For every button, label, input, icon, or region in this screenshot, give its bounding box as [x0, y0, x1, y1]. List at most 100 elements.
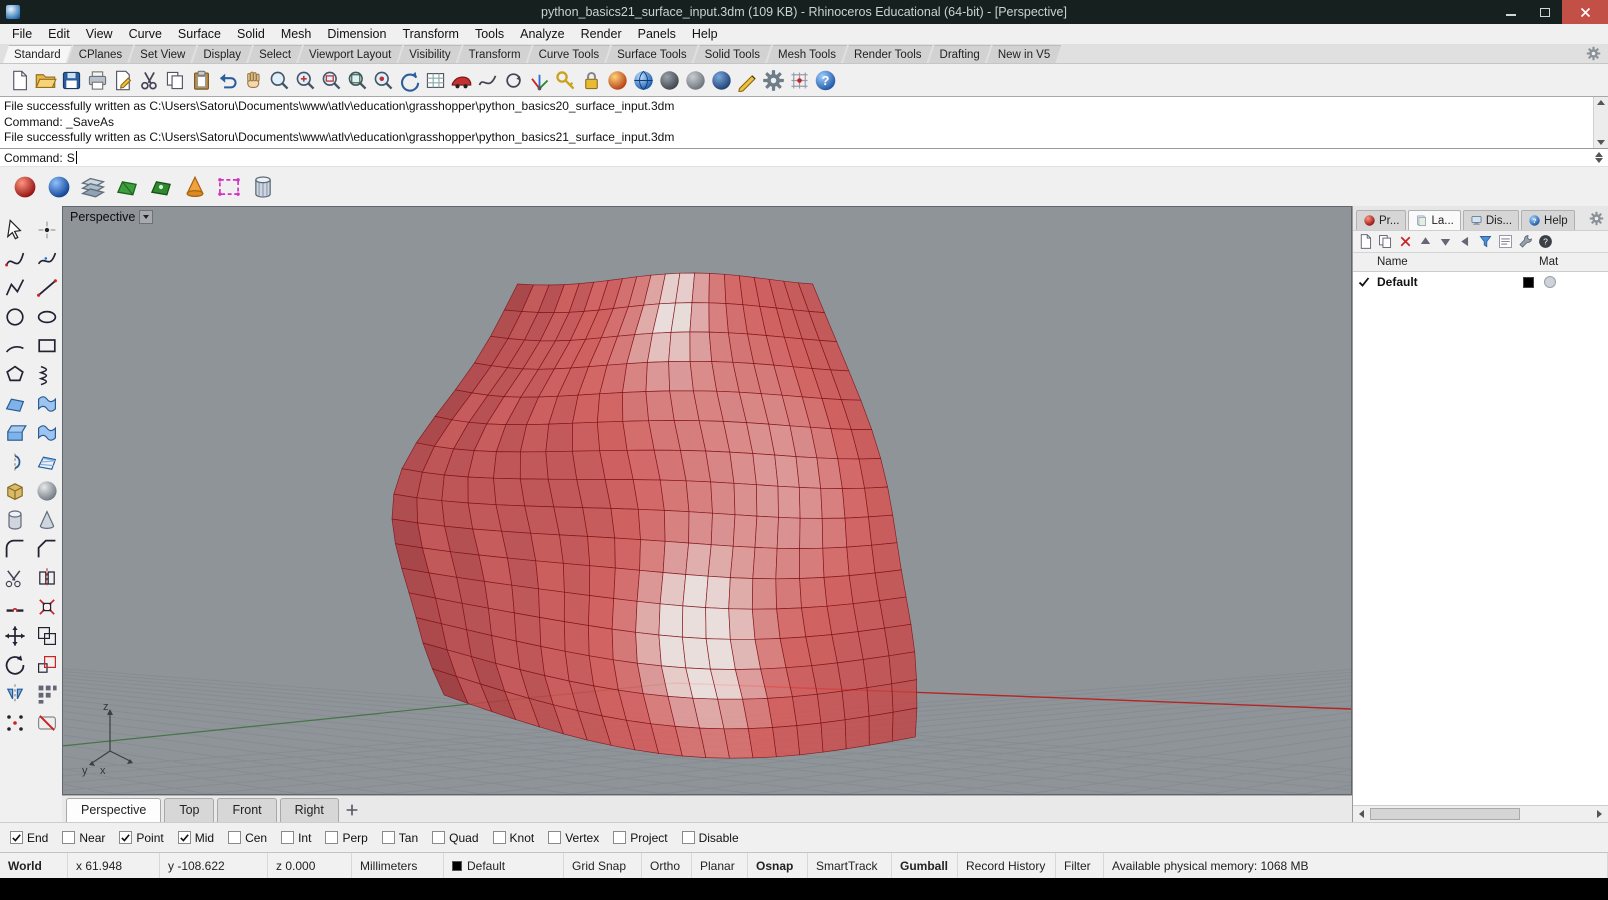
viewport-canvas[interactable]: zyx [63, 207, 1351, 794]
spinner-up-icon[interactable] [1595, 152, 1603, 157]
command-history[interactable]: File successfully written as C:\Users\Sa… [0, 96, 1608, 148]
tool-revolve-icon[interactable] [3, 450, 27, 474]
annotate-icon[interactable] [112, 69, 135, 92]
maximize-button[interactable] [1528, 0, 1562, 24]
viewport-menu-arrow-icon[interactable] [139, 210, 153, 224]
new-viewport-tab-icon[interactable] [342, 801, 362, 819]
toolbar-tab-viewport-layout[interactable]: Viewport Layout [298, 45, 402, 63]
panel-tab-help[interactable]: ?Help [1521, 210, 1575, 230]
checkbox-mid[interactable] [178, 831, 191, 844]
menu-curve[interactable]: Curve [121, 25, 170, 43]
menu-solid[interactable]: Solid [229, 25, 273, 43]
delete-layer-icon[interactable] [1397, 233, 1414, 250]
status-units[interactable]: Millimeters [352, 853, 444, 878]
open-folder-icon[interactable] [34, 69, 57, 92]
zoom-dynamic-icon[interactable] [294, 69, 317, 92]
viewport-tab-top[interactable]: Top [164, 798, 214, 822]
status-cplane[interactable]: World [0, 853, 68, 878]
new-layer-icon[interactable] [1357, 233, 1374, 250]
toolbar-tab-drafting[interactable]: Drafting [929, 45, 991, 63]
minimize-button[interactable] [1494, 0, 1528, 24]
tool-fillet-icon[interactable] [3, 537, 27, 561]
red-car-icon[interactable] [450, 69, 473, 92]
tool-explode-icon[interactable] [35, 595, 59, 619]
move-up-icon[interactable] [1417, 233, 1434, 250]
gumball-axes-icon[interactable] [528, 69, 551, 92]
tool-helix-icon[interactable] [35, 363, 59, 387]
osnap-point[interactable]: Point [119, 831, 163, 845]
toolbar-tab-select[interactable]: Select [248, 45, 302, 63]
tool-copy-icon[interactable] [35, 624, 59, 648]
panel-help-icon[interactable]: ? [1537, 233, 1554, 250]
checkbox-int[interactable] [281, 831, 294, 844]
checkbox-project[interactable] [613, 831, 626, 844]
plane-stack-icon[interactable] [80, 174, 106, 200]
toolbar-tab-surface-tools[interactable]: Surface Tools [606, 45, 697, 63]
toolbar-tab-standard[interactable]: Standard [3, 45, 72, 63]
checkbox-perp[interactable] [325, 831, 338, 844]
duplicate-layer-icon[interactable] [1377, 233, 1394, 250]
toolbar-tab-new-in-v5[interactable]: New in V5 [987, 45, 1061, 63]
tool-cylinder-icon[interactable] [3, 508, 27, 532]
curve-boolean-icon[interactable] [476, 69, 499, 92]
toolbar-tab-render-tools[interactable]: Render Tools [843, 45, 933, 63]
move-left-icon[interactable] [1457, 233, 1474, 250]
render-icon[interactable] [606, 69, 629, 92]
osnap-cen[interactable]: Cen [228, 831, 267, 845]
zoom-extents-icon[interactable] [346, 69, 369, 92]
scroll-left-icon[interactable] [1355, 808, 1368, 820]
layer-row-default[interactable]: Default [1353, 272, 1608, 292]
osnap-perp[interactable]: Perp [325, 831, 367, 845]
tool-rotate-icon[interactable] [3, 653, 27, 677]
scroll-right-icon[interactable] [1593, 808, 1606, 820]
tool-surface-loft-icon[interactable] [35, 392, 59, 416]
perspective-viewport[interactable]: zyx Perspective [62, 206, 1352, 795]
new-file-icon[interactable] [8, 69, 31, 92]
zoom-window-icon[interactable] [320, 69, 343, 92]
tool-arc-icon[interactable] [3, 334, 27, 358]
checkbox-end[interactable] [10, 831, 23, 844]
viewport-tab-perspective[interactable]: Perspective [66, 798, 161, 822]
menu-mesh[interactable]: Mesh [273, 25, 320, 43]
checkbox-quad[interactable] [432, 831, 445, 844]
tool-hide-objects-icon[interactable] [35, 711, 59, 735]
menu-help[interactable]: Help [684, 25, 726, 43]
striped-cylinder-icon[interactable] [250, 174, 276, 200]
blue-sphere-icon[interactable] [46, 174, 72, 200]
toolbar-tab-display[interactable]: Display [192, 45, 252, 63]
scroll-up-icon[interactable] [1597, 100, 1605, 105]
panel-options-gear-icon[interactable] [1589, 211, 1604, 226]
help-icon[interactable]: ? [814, 69, 837, 92]
toolbar-tab-visibility[interactable]: Visibility [398, 45, 461, 63]
checkbox-point[interactable] [119, 831, 132, 844]
gears-icon[interactable] [762, 69, 785, 92]
panel-tab-la[interactable]: La... [1408, 210, 1460, 230]
tool-polyline-icon[interactable] [3, 276, 27, 300]
tool-select-arrow-icon[interactable] [3, 218, 27, 242]
panel-tab-dis[interactable]: Dis... [1463, 210, 1519, 230]
osnap-tan[interactable]: Tan [382, 831, 418, 845]
undo-icon[interactable] [216, 69, 239, 92]
tool-join-icon[interactable] [3, 595, 27, 619]
zoom-icon[interactable] [268, 69, 291, 92]
checkbox-cen[interactable] [228, 831, 241, 844]
named-cplanes-icon[interactable] [424, 69, 447, 92]
tool-control-points-on-icon[interactable] [3, 711, 27, 735]
osnap-near[interactable]: Near [62, 831, 105, 845]
menu-tools[interactable]: Tools [467, 25, 512, 43]
pan-hand-icon[interactable] [242, 69, 265, 92]
tool-ellipse-icon[interactable] [35, 305, 59, 329]
green-surface-a-icon[interactable] [114, 174, 140, 200]
menu-file[interactable]: File [4, 25, 40, 43]
toolbar-tab-cplanes[interactable]: CPlanes [68, 45, 133, 63]
red-sphere-icon[interactable] [12, 174, 38, 200]
cut-icon[interactable] [138, 69, 161, 92]
render-globe-icon[interactable] [632, 69, 655, 92]
osnap-quad[interactable]: Quad [432, 831, 478, 845]
orange-cone-icon[interactable] [182, 174, 208, 200]
rendered-sphere-icon[interactable] [710, 69, 733, 92]
paste-icon[interactable] [190, 69, 213, 92]
toolbar-tab-curve-tools[interactable]: Curve Tools [528, 45, 611, 63]
layer-tools-icon[interactable] [1517, 233, 1534, 250]
tool-split-icon[interactable] [35, 566, 59, 590]
